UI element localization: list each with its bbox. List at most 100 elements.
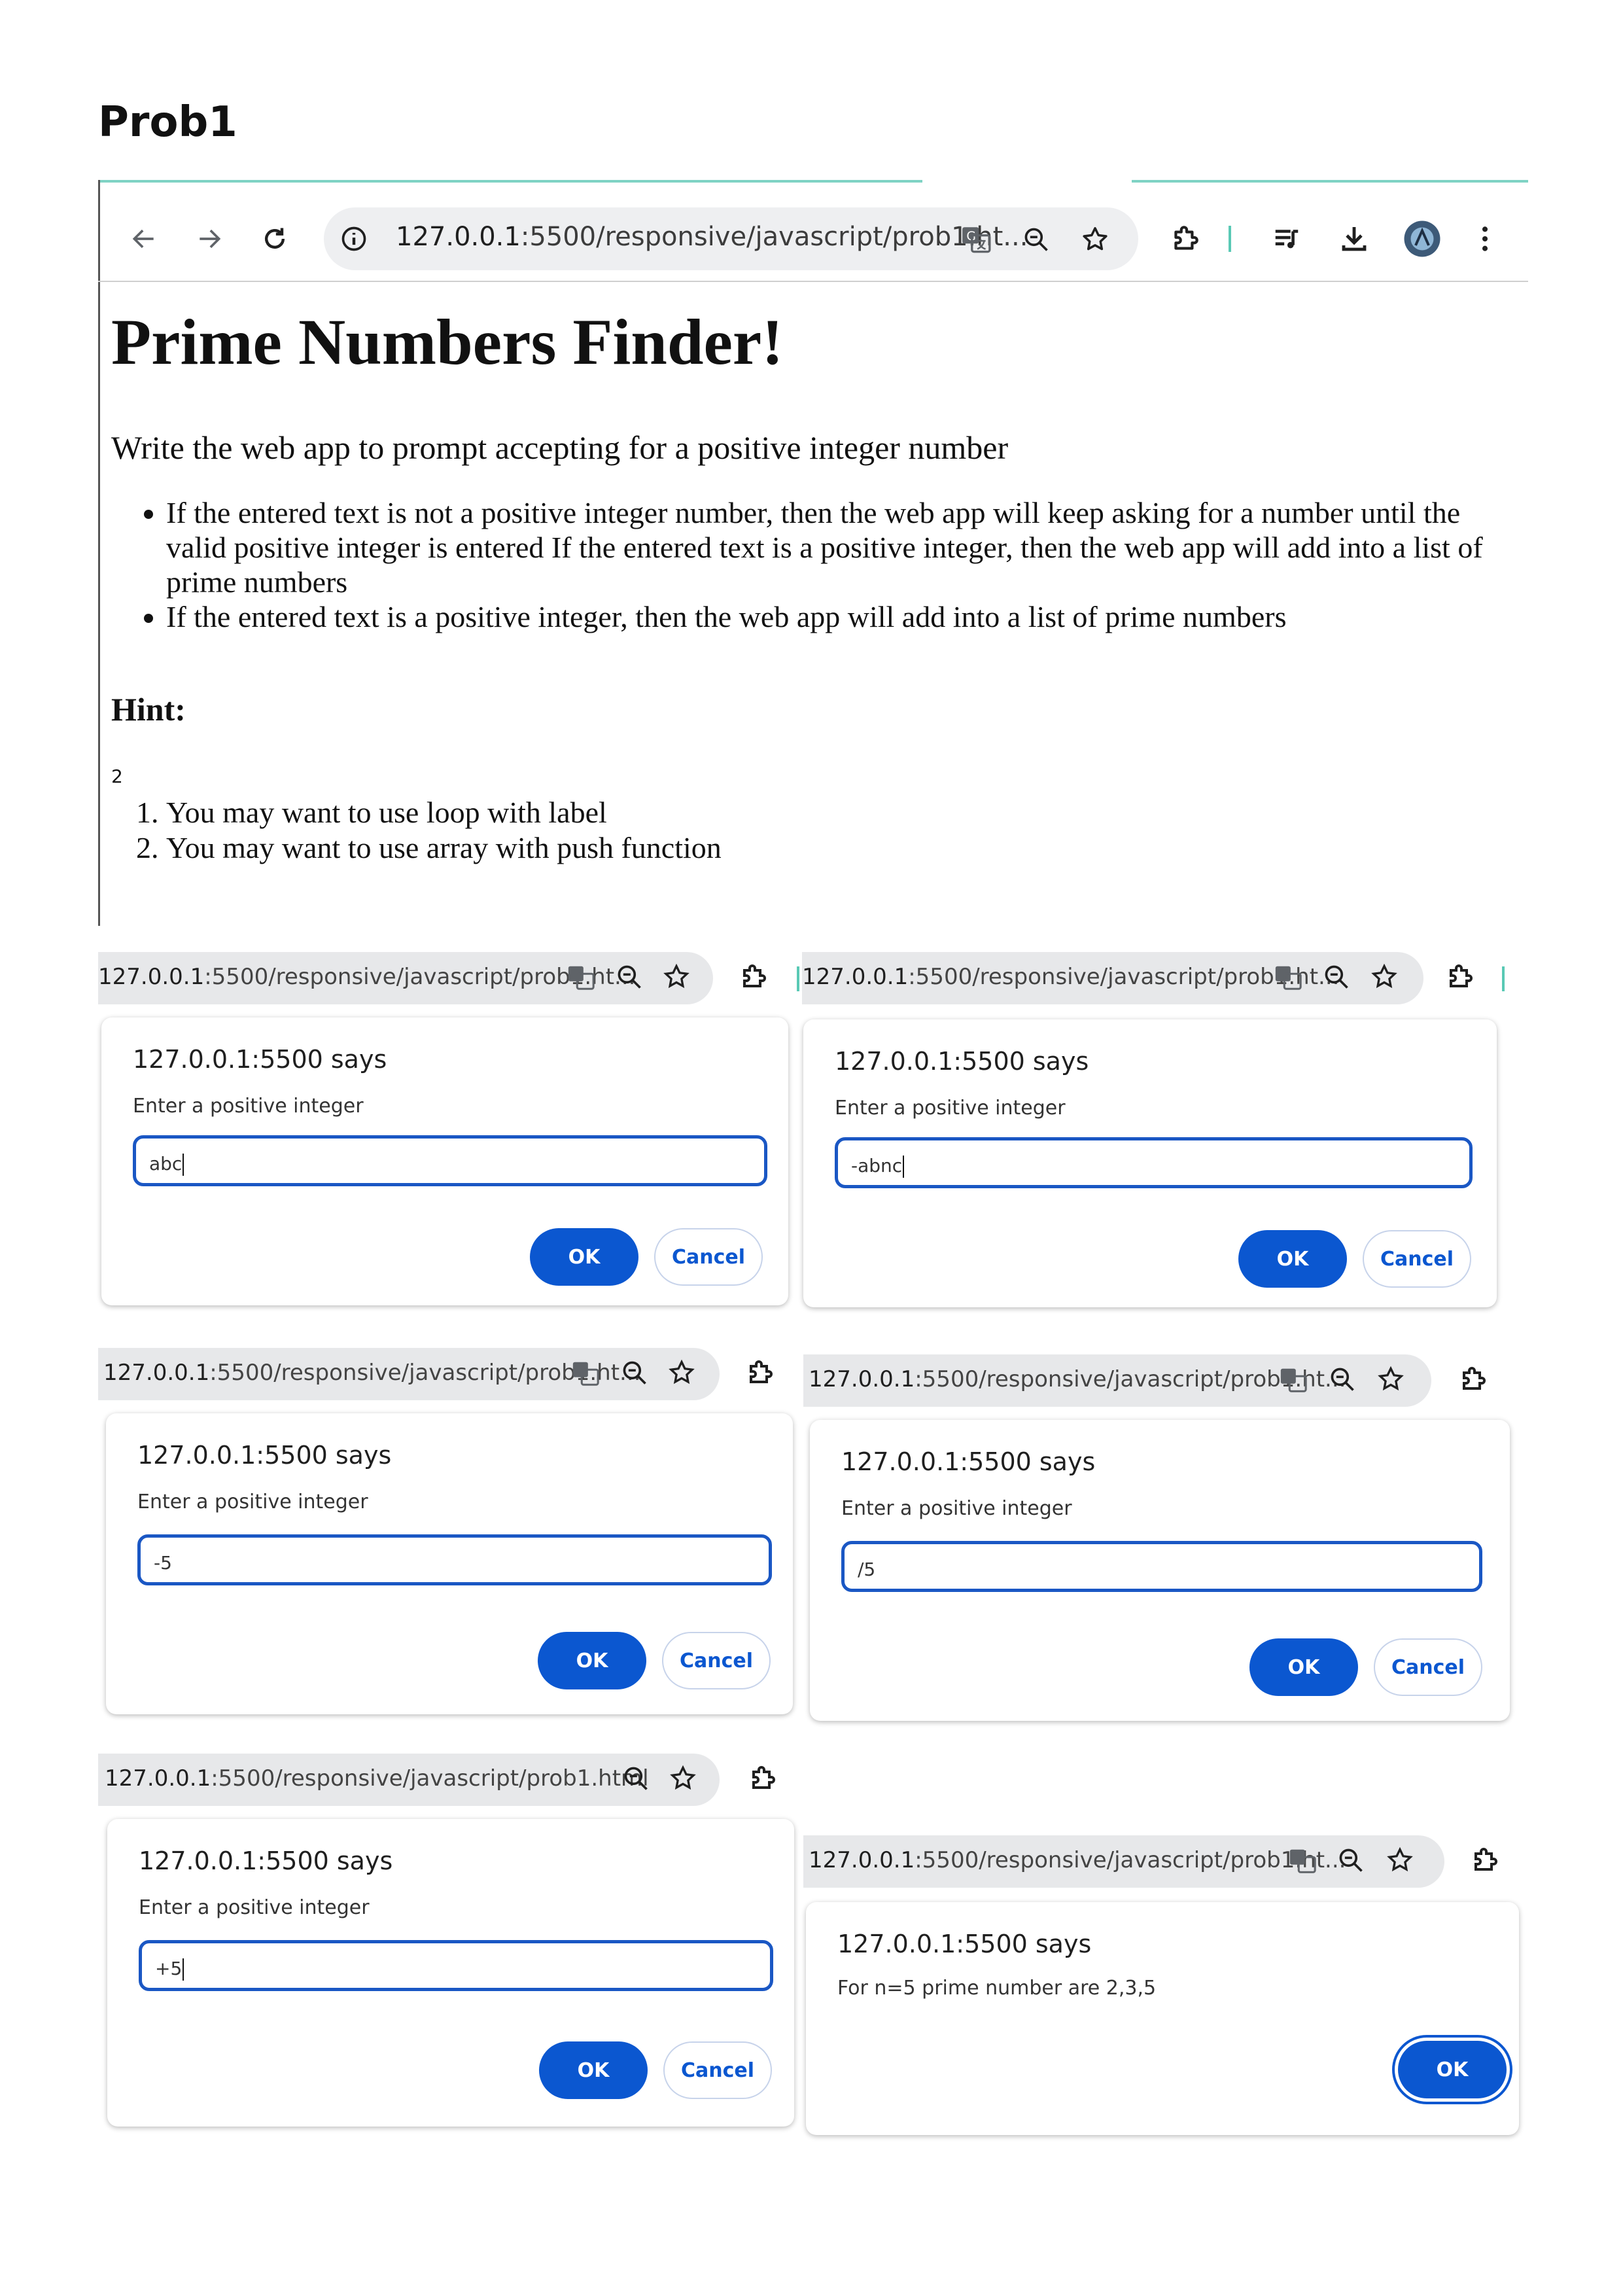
address-bar[interactable]: 127.0.0.1:5500/responsive/javascript/pro… [803,1835,1444,1888]
list-item: If the entered text is not a positive in… [166,495,1527,599]
cancel-button[interactable]: Cancel [1374,1638,1482,1696]
dialog-message: Enter a positive integer [835,1097,1066,1120]
address-bar[interactable]: 127.0.0.1:5500/responsive/javascript/pro… [803,1354,1431,1407]
requirements-list: If the entered text is not a positive in… [111,495,1527,634]
puzzle-icon[interactable] [1469,1845,1501,1876]
dialog-message: Enter a positive integer [133,1095,364,1118]
zoom-out-icon[interactable] [620,1358,649,1387]
zoom-out-icon[interactable] [615,963,644,991]
arrow-left-icon[interactable] [124,219,164,258]
dialog-screenshot-2: 127.0.0.1:5500/responsive/javascript/pro… [797,952,1510,1318]
url-text: 127.0.0.1:5500/responsive/javascript/pro… [103,1360,641,1386]
cancel-button[interactable]: Cancel [663,2041,772,2099]
dialog-screenshot-3: 127.0.0.1:5500/responsive/javascript/pro… [98,1348,805,1727]
zoom-out-icon[interactable] [1328,1365,1357,1394]
document-title: Prob1 [98,98,237,147]
cancel-button[interactable]: Cancel [1363,1230,1471,1288]
zoom-out-icon[interactable] [1019,222,1054,257]
dialog-message: Enter a positive integer [137,1491,368,1513]
alert-dialog: 127.0.0.1:5500 says For n=5 prime number… [806,1902,1519,2135]
translate-icon[interactable] [566,963,596,993]
star-icon[interactable] [669,1764,697,1793]
url-text: 127.0.0.1:5500/responsive/javascript/pro… [809,1366,1346,1392]
ok-button[interactable]: OK [538,1632,646,1689]
star-icon[interactable] [1370,963,1399,991]
prompt-dialog: 127.0.0.1:5500 says Enter a positive int… [803,1019,1497,1307]
prompt-input[interactable]: /5 [841,1541,1482,1592]
url-text: 127.0.0.1:5500/responsive/javascript/pro… [98,964,636,990]
list-item: You may want to use loop with label [166,795,1475,830]
hint-heading: Hint: [111,691,186,728]
url-text: 127.0.0.1:5500/responsive/javascript/pro… [809,1847,1346,1873]
url-text: 127.0.0.1:5500/responsive/javascript/pro… [396,222,1028,252]
dialog-screenshot-4: 127.0.0.1:5500/responsive/javascript/pro… [803,1354,1523,1734]
address-bar[interactable]: 127.0.0.1:5500/responsive/javascript/pro… [324,207,1138,270]
dialog-message: Enter a positive integer [841,1497,1072,1520]
hint-list: You may want to use loop with label You … [111,795,1475,866]
stray-text: 2 [111,766,123,787]
dialog-title: 127.0.0.1:5500 says [837,1930,1092,1958]
ok-button[interactable]: OK [539,2041,648,2099]
page-heading: Prime Numbers Finder! [111,306,784,378]
prompt-input[interactable]: -5 [137,1534,772,1585]
browser-toolbar: 127.0.0.1:5500/responsive/javascript/pro… [98,193,1528,282]
dialog-message: Enter a positive integer [139,1896,370,1919]
star-icon[interactable] [662,963,691,991]
star-icon[interactable] [1077,222,1113,257]
dialog-screenshot-6: 127.0.0.1:5500/responsive/javascript/pro… [803,1835,1529,2149]
star-icon[interactable] [1386,1846,1414,1875]
star-icon[interactable] [667,1358,696,1387]
avatar[interactable] [1400,217,1444,261]
dialog-title: 127.0.0.1:5500 says [139,1846,393,1875]
url-text: 127.0.0.1:5500/responsive/javascript/pro… [802,964,1340,990]
arrow-right-icon[interactable] [190,219,229,258]
translate-icon[interactable] [1287,1846,1318,1876]
dialog-message: For n=5 prime number are 2,3,5 [837,1977,1157,2000]
prompt-dialog: 127.0.0.1:5500 says Enter a positive int… [810,1420,1510,1721]
ok-button[interactable]: OK [1398,2041,1507,2098]
translate-icon[interactable] [570,1358,601,1388]
list-item: If the entered text is a positive intege… [166,599,1527,634]
dialog-title: 127.0.0.1:5500 says [133,1045,387,1074]
address-bar[interactable]: 127.0.0.1:5500/responsive/javascript/pro… [98,1754,720,1806]
dialog-screenshot-1: 127.0.0.1:5500/responsive/javascript/pro… [98,952,792,1318]
reload-icon[interactable] [255,219,294,258]
puzzle-icon[interactable] [1457,1364,1489,1395]
star-icon[interactable] [1376,1365,1405,1394]
puzzle-icon[interactable] [1444,961,1476,993]
info-icon[interactable] [338,223,370,255]
puzzle-icon[interactable] [1164,218,1206,260]
translate-icon[interactable] [1278,1365,1308,1395]
ok-button[interactable]: OK [1249,1638,1358,1696]
puzzle-icon[interactable] [738,961,769,993]
translate-icon[interactable] [1273,963,1303,993]
puzzle-icon[interactable] [744,1357,776,1388]
address-bar[interactable]: 127.0.0.1:5500/responsive/javascript/pro… [802,952,1423,1004]
prompt-dialog: 127.0.0.1:5500 says Enter a positive int… [107,1819,794,2127]
zoom-out-icon[interactable] [1336,1846,1365,1875]
cancel-button[interactable]: Cancel [662,1632,771,1689]
translate-icon[interactable]: G [958,222,994,257]
zoom-out-icon[interactable] [621,1764,650,1793]
address-bar[interactable]: 127.0.0.1:5500/responsive/javascript/pro… [98,952,713,1004]
zoom-out-icon[interactable] [1322,963,1351,991]
media-queue-icon[interactable] [1266,218,1308,260]
dialog-title: 127.0.0.1:5500 says [835,1047,1089,1076]
download-icon[interactable] [1333,218,1375,260]
kebab-menu-icon[interactable] [1465,218,1505,260]
address-bar[interactable]: 127.0.0.1:5500/responsive/javascript/pro… [98,1348,720,1400]
list-item: You may want to use array with push func… [166,830,1475,866]
dialog-title: 127.0.0.1:5500 says [841,1447,1096,1476]
prompt-dialog: 127.0.0.1:5500 says Enter a positive int… [106,1413,793,1714]
page-lead: Write the web app to prompt accepting fo… [111,429,1009,466]
prompt-input[interactable]: -abnc [835,1137,1473,1188]
puzzle-icon[interactable] [747,1763,778,1794]
prompt-input[interactable]: +5 [139,1940,773,1991]
cancel-button[interactable]: Cancel [654,1228,763,1286]
dialog-title: 127.0.0.1:5500 says [137,1441,392,1470]
url-text: 127.0.0.1:5500/responsive/javascript/pro… [105,1765,649,1792]
ok-button[interactable]: OK [530,1228,638,1286]
prompt-input[interactable]: abc [133,1135,767,1186]
ok-button[interactable]: OK [1238,1230,1347,1288]
browser-screenshot: 127.0.0.1:5500/responsive/javascript/pro… [98,180,1528,926]
